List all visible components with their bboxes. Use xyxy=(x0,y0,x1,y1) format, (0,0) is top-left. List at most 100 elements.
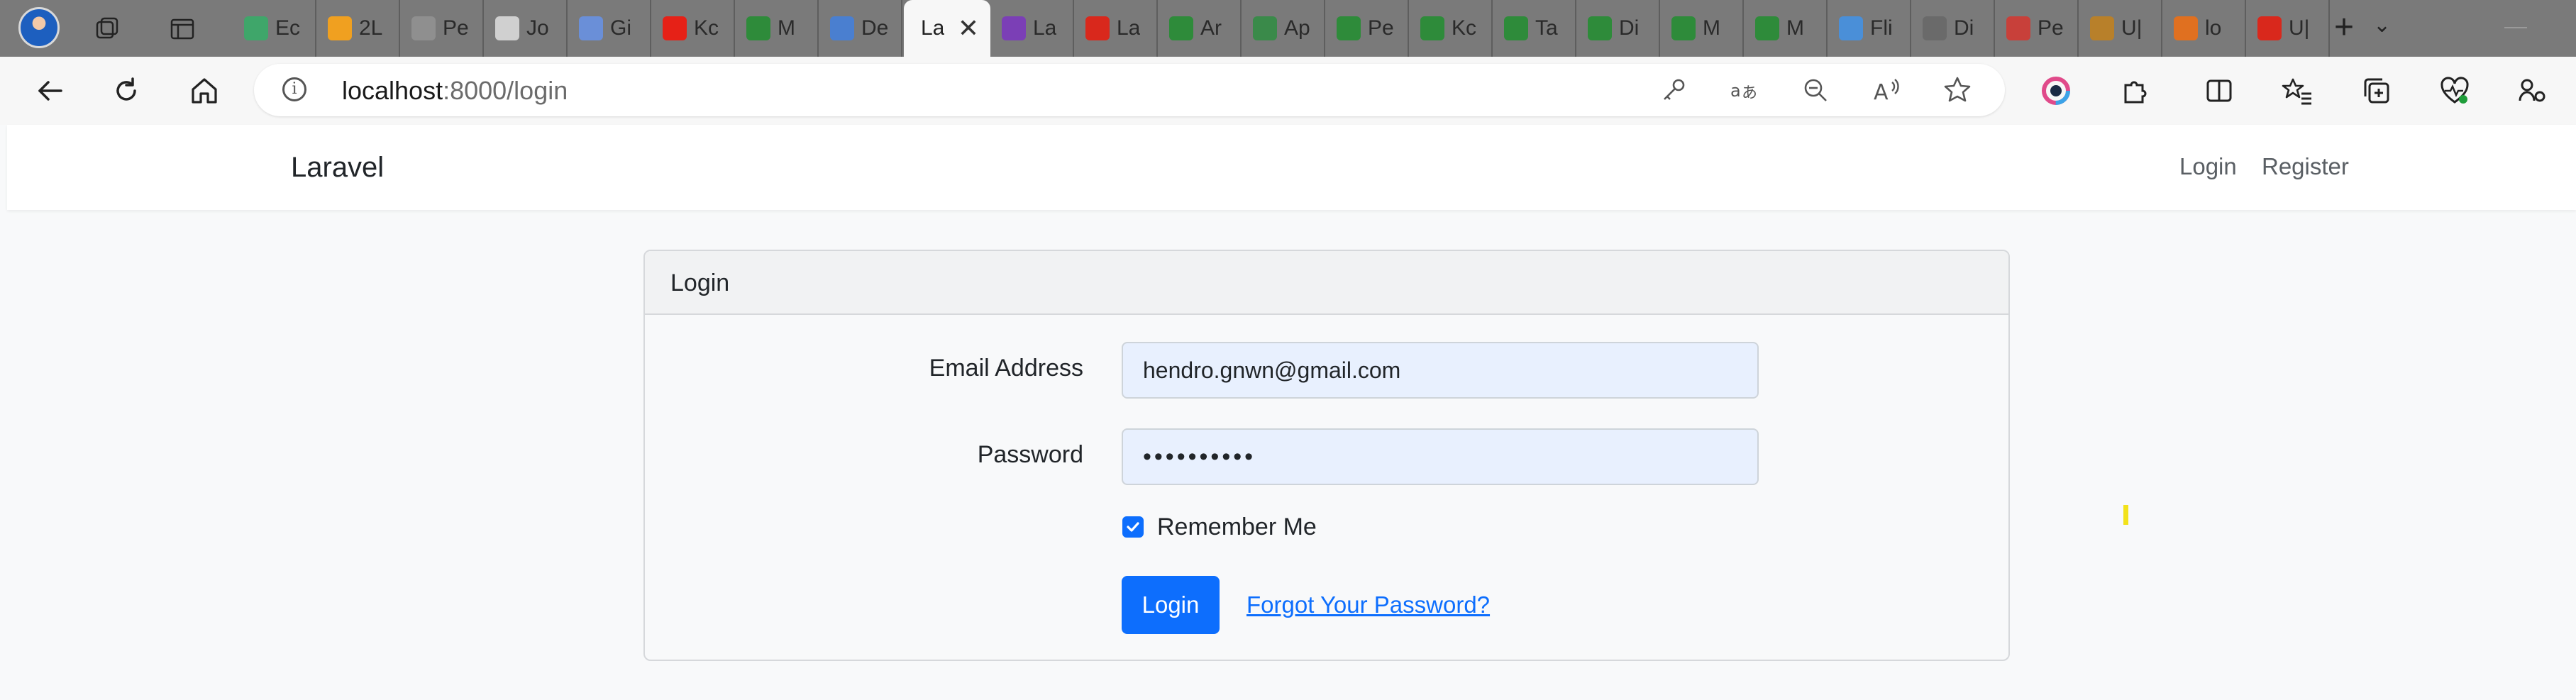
tab-label: U| xyxy=(2289,16,2310,40)
tab-label: Kc xyxy=(694,16,719,40)
browser-tab[interactable]: Ar xyxy=(1159,0,1242,57)
browser-tab[interactable]: Pe xyxy=(1327,0,1409,57)
tab-label: M xyxy=(778,16,795,40)
favorites-list-icon[interactable] xyxy=(2277,71,2317,111)
browser-tab[interactable]: Kc xyxy=(653,0,735,57)
tab-favicon-icon xyxy=(2090,16,2114,40)
nav-register-link[interactable]: Register xyxy=(2262,153,2349,180)
tab-label: De xyxy=(861,16,889,40)
tab-favicon-icon xyxy=(1253,16,1277,40)
profile-avatar[interactable] xyxy=(18,7,60,48)
tab-label: La xyxy=(1033,16,1057,40)
remember-me-label[interactable]: Remember Me xyxy=(1157,513,1317,541)
refresh-button[interactable] xyxy=(106,71,146,111)
workspaces-icon[interactable] xyxy=(94,16,121,43)
svg-text:A: A xyxy=(1874,80,1889,104)
zoom-out-icon[interactable] xyxy=(1799,74,1832,106)
home-button[interactable] xyxy=(184,71,224,111)
browser-tab[interactable]: Ta xyxy=(1494,0,1576,57)
browser-tab[interactable]: M xyxy=(1745,0,1828,57)
browser-tab[interactable]: M xyxy=(736,0,819,57)
tab-actions-icon[interactable] xyxy=(169,16,196,43)
collections-icon[interactable] xyxy=(2357,71,2397,111)
browser-tab[interactable]: Fli xyxy=(1829,0,1911,57)
tab-favicon-icon xyxy=(411,16,436,40)
tab-label: lo xyxy=(2205,16,2222,40)
tab-label: Ta xyxy=(1535,16,1558,40)
browser-tab[interactable]: La ✕ xyxy=(904,0,990,57)
tab-favicon-icon xyxy=(2006,16,2030,40)
tab-menu-chevron-icon[interactable]: ⌄ xyxy=(2373,13,2391,38)
browser-tab[interactable]: U| xyxy=(2248,0,2330,57)
url-host: localhost xyxy=(342,76,443,105)
tab-label: M xyxy=(1786,16,1804,40)
browser-tab[interactable]: Jo xyxy=(485,0,568,57)
browser-tab[interactable]: Pe xyxy=(402,0,484,57)
tab-label: Di xyxy=(1619,16,1640,40)
split-screen-icon[interactable] xyxy=(2199,71,2239,111)
tab-label: U| xyxy=(2121,16,2143,40)
browser-color-extension-icon[interactable] xyxy=(2036,71,2076,111)
address-bar[interactable]: i localhost:8000/login aあ A xyxy=(254,64,2005,116)
password-label: Password xyxy=(977,441,1083,468)
remember-me-checkbox[interactable] xyxy=(1122,516,1144,538)
password-key-icon[interactable] xyxy=(1657,74,1690,106)
password-field[interactable]: •••••••••• xyxy=(1122,428,1759,485)
translate-icon[interactable]: aあ xyxy=(1728,74,1761,106)
nav-login-link[interactable]: Login xyxy=(2179,153,2237,180)
browser-tab[interactable]: Kc xyxy=(1410,0,1493,57)
tab-favicon-icon xyxy=(2257,16,2282,40)
tab-favicon-icon xyxy=(1504,16,1528,40)
tab-label: La xyxy=(1117,16,1141,40)
tab-label: Kc xyxy=(1452,16,1477,40)
browser-essentials-heart-icon[interactable] xyxy=(2435,71,2475,111)
text-cursor-marker xyxy=(2123,505,2128,525)
read-aloud-icon[interactable]: A xyxy=(1870,74,1903,106)
browser-tab[interactable]: La xyxy=(992,0,1074,57)
tab-label: Fli xyxy=(1870,16,1893,40)
login-button[interactable]: Login xyxy=(1122,576,1220,634)
browser-tab[interactable]: M xyxy=(1662,0,1744,57)
back-button[interactable] xyxy=(30,71,70,111)
browser-tab[interactable]: Ap xyxy=(1243,0,1325,57)
new-tab-button[interactable]: + xyxy=(2327,9,2361,46)
tab-favicon-icon xyxy=(1420,16,1444,40)
tab-label: 2L xyxy=(359,16,383,40)
login-card: Login Email Address hendro.gnwn@gmail.co… xyxy=(643,250,2010,661)
tab-favicon-icon xyxy=(1755,16,1779,40)
add-favorite-star-icon[interactable] xyxy=(1941,74,1974,106)
tab-favicon-icon xyxy=(1839,16,1863,40)
browser-tab[interactable]: Pe xyxy=(1996,0,2079,57)
browser-tab[interactable]: Gi xyxy=(569,0,651,57)
app-brand[interactable]: Laravel xyxy=(291,152,384,184)
minimize-window-button[interactable] xyxy=(2504,27,2527,28)
tab-favicon-icon xyxy=(579,16,603,40)
tab-label: Jo xyxy=(526,16,549,40)
refresh-icon xyxy=(116,77,136,101)
tab-favicon-icon xyxy=(663,16,687,40)
browser-tab[interactable]: lo xyxy=(2164,0,2246,57)
browser-tab[interactable]: De xyxy=(820,0,902,57)
tab-label: Di xyxy=(1954,16,1974,40)
url-text[interactable]: localhost:8000/login xyxy=(342,76,568,106)
tab-label: Ap xyxy=(1284,16,1310,40)
email-field[interactable]: hendro.gnwn@gmail.com xyxy=(1122,342,1759,399)
tab-favicon-icon xyxy=(1588,16,1612,40)
site-info-icon[interactable]: i xyxy=(282,77,306,101)
settings-and-more-icon[interactable] xyxy=(2513,71,2553,111)
checkmark-icon xyxy=(1127,522,1139,532)
tab-close-icon[interactable]: ✕ xyxy=(958,13,979,43)
browser-tab[interactable]: La xyxy=(1076,0,1158,57)
tab-favicon-icon xyxy=(495,16,519,40)
forgot-password-link[interactable]: Forgot Your Password? xyxy=(1246,591,1490,618)
browser-tab[interactable]: Ec xyxy=(234,0,316,57)
browser-tab[interactable]: U| xyxy=(2080,0,2162,57)
extensions-puzzle-icon[interactable] xyxy=(2114,71,2154,111)
tab-label: Gi xyxy=(610,16,631,40)
browser-tab[interactable]: Di xyxy=(1578,0,1660,57)
tab-favicon-icon xyxy=(1337,16,1361,40)
tab-favicon-icon xyxy=(1002,16,1026,40)
browser-tab[interactable]: 2L xyxy=(318,0,400,57)
tab-label: Ar xyxy=(1200,16,1222,40)
browser-tab[interactable]: Di xyxy=(1913,0,1995,57)
